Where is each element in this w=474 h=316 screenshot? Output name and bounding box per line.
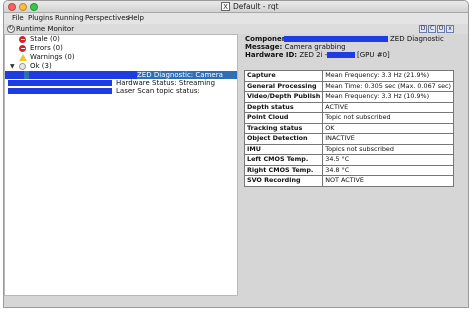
row-label: General Processing [243,80,324,92]
row-label: Point Cloud [243,112,324,124]
table-row: Video/Depth Publish Mean Frequency: 3.3 H… [243,91,455,103]
stop-icon [19,36,26,43]
tree-label-stale: Stale (0) [30,35,60,43]
table-row: Capture Mean Frequency: 3.3 Hz (21.9%) [243,70,455,82]
window-title: Default - rqt [233,2,279,11]
expand-arrow-icon[interactable]: ▼ [10,62,15,71]
tree-row-ok[interactable]: ▼ Ok (3) [7,62,207,71]
menu-help[interactable]: Help [128,14,144,23]
row-value: Topics not subscribed [322,143,455,155]
redaction-bar [8,88,112,94]
table-row: Tracking status OK [243,122,455,134]
x11-logo-icon: X [221,2,230,11]
row-label: Capture [243,70,324,82]
row-value: Mean Time: 0.305 sec (Max. 0.067 sec) [322,80,455,92]
row-label: Depth status [243,101,324,113]
row-value: 34.5 °C [322,154,455,166]
row-label: Video/Depth Publish [243,91,324,103]
row-label: Left CMOS Temp. [243,154,324,166]
redaction-bar [29,71,137,79]
table-row: Point Cloud Topic not subscribed [243,112,455,124]
table-row: General Processing Mean Time: 0.305 sec (… [243,80,455,92]
row-value: Mean Frequency: 3.3 Hz (10.9%) [322,91,455,103]
rqt-window: X Default - rqt File Plugins Running Per… [3,0,469,308]
message-label: Message: [245,43,283,51]
redaction-bar [284,36,388,42]
component-value: ZED Diagnostic [390,35,444,43]
details-pane: Component ZED Diagnostic Message: Camera… [242,34,468,296]
message-value: Camera grabbing [284,43,346,51]
status-bar [4,297,468,307]
table-row: SVO Recording NOT ACTIVE [243,175,455,187]
diagnostic-table: Capture Mean Frequency: 3.3 Hz (21.9%) Gen… [243,70,455,187]
circle-arrow-icon: ↻ [7,25,15,33]
row-value: ACTIVE [322,101,455,113]
row-value: Mean Frequency: 3.3 Hz (21.9%) [322,70,455,82]
table-row: Left CMOS Temp. 34.5 °C [243,154,455,166]
dock-options-button[interactable]: O [437,25,445,33]
row-label: Object Detection [243,133,324,145]
maximize-window-button[interactable] [30,3,38,11]
hardware-suffix: [GPU #0] [357,51,390,59]
table-row: IMU Topics not subscribed [243,143,455,155]
dock-title: Runtime Monitor [16,25,75,33]
row-label: IMU [243,143,324,155]
dock-help-button[interactable]: D [419,25,427,33]
dock-close-button[interactable]: x [446,25,454,33]
close-window-button[interactable] [8,3,16,11]
row-label: SVO Recording [243,175,324,187]
menu-running[interactable]: Running [55,14,84,23]
row-value: INACTIVE [322,133,455,145]
row-value: OK [322,122,455,134]
message-line: Message: Camera grabbing [245,43,346,51]
redaction-bar [5,71,24,79]
tree-row-stale[interactable]: Stale (0) [7,35,207,44]
row-label: Right CMOS Temp. [243,164,324,176]
redaction-bar [8,80,112,86]
row-value: 34.8 °C [322,164,455,176]
warning-icon [19,54,27,61]
tree-label-errors: Errors (0) [30,44,63,52]
status-tree[interactable]: Stale (0) Errors (0) Warnings (0) ▼ Ok (… [4,34,238,296]
row-value: Topic not subscribed [322,112,455,124]
hardware-label: Hardware ID: [245,51,298,59]
component-line: Component ZED Diagnostic [245,35,444,43]
menu-bar: File Plugins Running Perspectives Help [4,13,468,24]
menu-plugins[interactable]: Plugins [28,14,53,23]
ok-status-icon [19,63,26,70]
minimize-window-button[interactable] [19,3,27,11]
tree-row-errors[interactable]: Errors (0) [7,44,207,53]
title-bar[interactable]: X Default - rqt [4,1,468,13]
dock-reload-button[interactable]: C [428,25,436,33]
menu-file[interactable]: File [12,14,24,23]
dock-title-bar[interactable]: ↻ Runtime Monitor D C O x [4,24,468,34]
tree-label-ok: Ok (3) [30,62,52,70]
tree-item-selected[interactable]: ZED Diagnostic: Camera grabbing [5,71,237,87]
tree-label-warnings: Warnings (0) [30,53,75,61]
table-row: Right CMOS Temp. 34.8 °C [243,164,455,176]
tree-item[interactable]: Laser Scan topic status: [5,87,237,96]
hardware-line: Hardware ID: ZED 2i - s/n: [GPU #0] [245,51,390,59]
tree-row-warnings[interactable]: Warnings (0) [7,53,207,62]
row-value: NOT ACTIVE [322,175,455,187]
stop-icon [19,45,26,52]
table-row: Depth status ACTIVE [243,101,455,113]
redaction-bar [327,52,355,58]
tree-item-label: Laser Scan topic status: [116,87,200,95]
row-label: Tracking status [243,122,324,134]
menu-perspectives[interactable]: Perspectives [85,14,129,23]
table-row: Object Detection INACTIVE [243,133,455,145]
